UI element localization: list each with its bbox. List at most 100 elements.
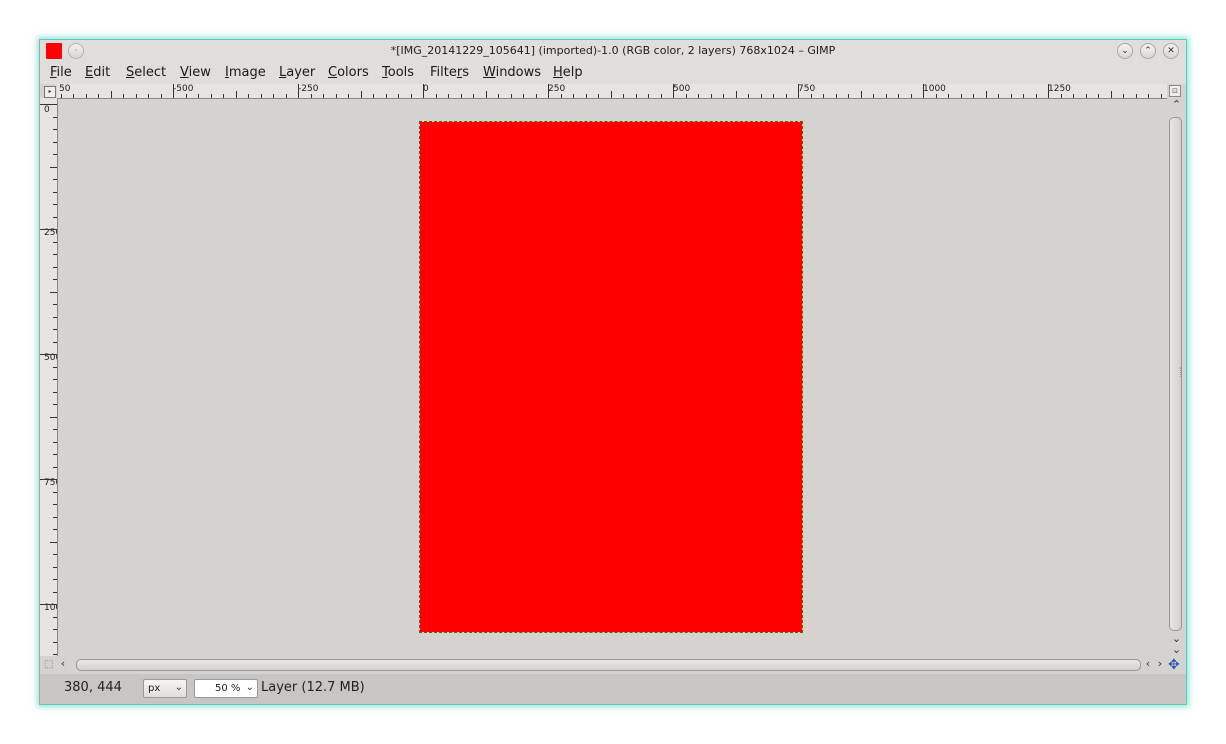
ruler-tick <box>486 91 487 98</box>
ruler-tick <box>50 417 57 418</box>
ruler-tick <box>53 517 57 518</box>
scroll-up-icon[interactable]: ⌃ <box>1167 99 1186 111</box>
ruler-tick <box>53 579 57 580</box>
ruler-tick <box>53 567 57 568</box>
ruler-tick <box>511 94 512 98</box>
ruler-tick <box>53 629 57 630</box>
ruler-menu-button[interactable]: ▸ <box>44 86 56 98</box>
ruler-tick <box>136 94 137 98</box>
ruler-tick <box>1148 94 1149 98</box>
vertical-ruler[interactable]: 0 250 500 750 100 <box>40 98 58 656</box>
ruler-label: 500 <box>44 353 57 363</box>
ruler-tick <box>53 379 57 380</box>
layer-info: Layer (12.7 MB) <box>261 680 365 695</box>
ruler-tick <box>873 94 874 98</box>
scroll-down-icon[interactable]: ⌄ <box>1167 644 1186 656</box>
ruler-tick <box>823 94 824 98</box>
ruler-tick <box>698 94 699 98</box>
menu-file[interactable]: File <box>50 65 72 80</box>
ruler-tick <box>386 94 387 98</box>
ruler-tick <box>1111 91 1112 98</box>
zoom-selector[interactable]: 50 % ⌄ <box>194 679 258 698</box>
ruler-tick <box>248 94 249 98</box>
ruler-tick <box>648 94 649 98</box>
ruler-tick <box>53 217 57 218</box>
menu-tools[interactable]: Tools <box>382 65 414 80</box>
ruler-tick <box>53 204 57 205</box>
ruler-tick <box>186 94 187 98</box>
ruler-tick <box>323 94 324 98</box>
ruler-tick <box>973 94 974 98</box>
menu-colors[interactable]: Colors <box>328 65 369 80</box>
image-layer[interactable] <box>419 121 803 633</box>
ruler-tick <box>123 94 124 98</box>
scroll-right-icon[interactable]: › <box>1155 658 1165 670</box>
ruler-tick <box>1073 94 1074 98</box>
ruler-tick <box>53 592 57 593</box>
minimize-button[interactable]: ⌄ <box>1117 43 1133 59</box>
window-title: *[IMG_20141229_105641] (imported)-1.0 (R… <box>390 44 836 57</box>
ruler-tick <box>53 142 57 143</box>
ruler-tick <box>986 91 987 98</box>
menu-view[interactable]: View <box>180 65 211 80</box>
ruler-tick <box>473 94 474 98</box>
ruler-tick <box>50 167 57 168</box>
ruler-tick <box>461 94 462 98</box>
menu-select[interactable]: Select <box>126 65 166 80</box>
ruler-tick <box>1048 84 1049 98</box>
ruler-tick <box>1086 94 1087 98</box>
menu-help[interactable]: Help <box>553 65 583 80</box>
ruler-tick <box>998 94 999 98</box>
ruler-tick <box>53 117 57 118</box>
ruler-tick <box>40 229 57 230</box>
resize-grip[interactable] <box>1180 367 1183 377</box>
ruler-tick <box>773 94 774 98</box>
ruler-tick <box>861 91 862 98</box>
unit-selector[interactable]: px ⌄ <box>143 679 187 698</box>
menu-image[interactable]: Image <box>225 65 266 80</box>
menu-layer[interactable]: Layer <box>279 65 315 80</box>
ruler-tick <box>423 84 424 98</box>
ruler-tick <box>53 442 57 443</box>
menu-windows[interactable]: Windows <box>483 65 541 80</box>
ruler-tick <box>1023 94 1024 98</box>
ruler-tick <box>923 84 924 98</box>
ruler-tick <box>53 279 57 280</box>
ruler-tick <box>736 91 737 98</box>
quick-mask-toggle-icon[interactable]: ⬚ <box>44 659 53 670</box>
ruler-tick <box>898 94 899 98</box>
ruler-tick <box>236 91 237 98</box>
horizontal-ruler[interactable]: 50 -500 -250 0 250 500 750 1000 1250 <box>57 84 1167 99</box>
ruler-tick <box>53 317 57 318</box>
ruler-tick <box>53 267 57 268</box>
ruler-tick <box>53 242 57 243</box>
ruler-tick <box>50 292 57 293</box>
scroll-left-icon[interactable]: ‹ <box>58 658 68 670</box>
maximize-button[interactable]: ⌃ <box>1140 43 1156 59</box>
ruler-tick <box>53 529 57 530</box>
horizontal-scroll-thumb[interactable] <box>76 659 1141 671</box>
image-canvas[interactable] <box>58 99 1167 656</box>
ruler-tick <box>211 94 212 98</box>
navigate-icon[interactable]: ✥ <box>1168 657 1180 673</box>
ruler-tick <box>53 179 57 180</box>
ruler-tick <box>336 94 337 98</box>
scroll-left-icon[interactable]: ‹ <box>1143 658 1153 670</box>
menu-filters[interactable]: Filters <box>430 65 469 80</box>
ruler-tick <box>636 94 637 98</box>
ruler-tick <box>586 94 587 98</box>
close-button[interactable]: ✕ <box>1163 43 1179 59</box>
title-bar[interactable]: · *[IMG_20141229_105641] (imported)-1.0 … <box>40 40 1186 62</box>
zoom-to-fit-icon[interactable]: ⊡ <box>1169 85 1181 97</box>
ruler-tick <box>448 94 449 98</box>
ruler-tick <box>811 94 812 98</box>
menu-edit[interactable]: Edit <box>85 65 110 80</box>
ruler-tick <box>53 617 57 618</box>
ruler-label: 750 <box>44 478 57 488</box>
ruler-tick <box>53 392 57 393</box>
ruler-tick <box>53 504 57 505</box>
ruler-tick <box>548 84 549 98</box>
ruler-tick <box>53 642 57 643</box>
ruler-tick <box>573 94 574 98</box>
gimp-window: · *[IMG_20141229_105641] (imported)-1.0 … <box>40 40 1186 704</box>
